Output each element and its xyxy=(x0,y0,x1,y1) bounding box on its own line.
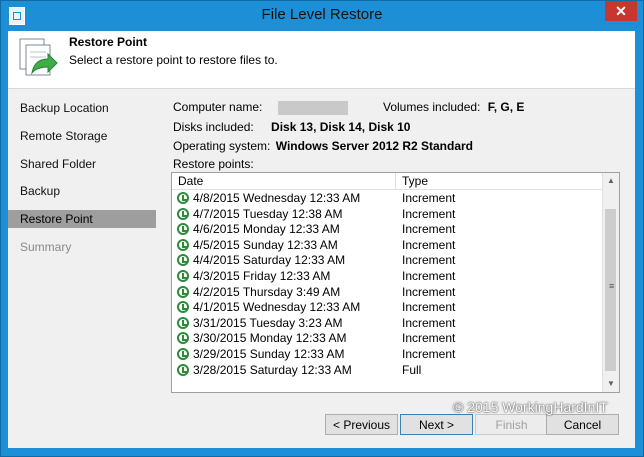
restore-point-type: Increment xyxy=(402,206,456,221)
restore-point-icon xyxy=(177,192,189,204)
restore-point-date: 4/7/2015 Tuesday 12:38 AM xyxy=(193,206,343,221)
list-item[interactable]: 4/4/2015 Saturday 12:33 AM Increment xyxy=(172,253,602,269)
sidebar-item-remote-storage[interactable]: Remote Storage xyxy=(8,127,156,145)
disks-value: Disk 13, Disk 14, Disk 10 xyxy=(271,120,411,134)
list-item[interactable]: 4/5/2015 Sunday 12:33 AM Increment xyxy=(172,238,602,254)
list-item[interactable]: 3/31/2015 Tuesday 3:23 AM Increment xyxy=(172,316,602,332)
column-header-type[interactable]: Type xyxy=(396,173,603,190)
restore-point-date: 4/2/2015 Thursday 3:49 AM xyxy=(193,284,341,299)
restore-point-icon xyxy=(177,238,189,251)
next-button[interactable]: Next > xyxy=(400,414,473,435)
scrollbar-thumb[interactable]: ≡ xyxy=(605,209,616,371)
restore-point-icon xyxy=(177,301,189,314)
restore-point-type: Increment xyxy=(402,284,456,299)
os-label: Operating system: xyxy=(173,139,271,153)
os-value: Windows Server 2012 R2 Standard xyxy=(275,139,474,153)
computer-name-row: Computer name: xyxy=(173,100,348,115)
sidebar-item-backup[interactable]: Backup xyxy=(8,182,156,200)
restore-points-label: Restore points: xyxy=(173,157,254,171)
restore-point-type: Increment xyxy=(402,191,456,205)
computer-name-label: Computer name: xyxy=(173,100,263,114)
volumes-row: Volumes included: F, G, E xyxy=(383,100,524,114)
restore-point-type: Increment xyxy=(402,300,456,315)
disks-row: Disks included: Disk 13, Disk 14, Disk 1… xyxy=(173,120,410,134)
wizard-client-area: Restore Point Select a restore point to … xyxy=(8,31,635,448)
restore-document-icon xyxy=(19,38,58,76)
restore-point-date: 3/30/2015 Monday 12:33 AM xyxy=(193,331,347,346)
sidebar-item-shared-folder[interactable]: Shared Folder xyxy=(8,155,156,173)
copyright-watermark: © 2015 WorkingHardInIT xyxy=(453,399,608,415)
restore-point-date: 4/3/2015 Friday 12:33 AM xyxy=(193,269,331,283)
list-item[interactable]: 3/28/2015 Saturday 12:33 AM Full xyxy=(172,363,602,379)
wizard-steps-sidebar: Backup Location Remote Storage Shared Fo… xyxy=(8,89,156,399)
restore-point-date: 4/5/2015 Sunday 12:33 AM xyxy=(193,237,338,252)
scroll-down-arrow-icon[interactable]: ▼ xyxy=(603,376,619,392)
restore-point-type: Increment xyxy=(402,237,456,252)
restore-point-icon xyxy=(177,316,189,329)
page-subtitle: Select a restore point to restore files … xyxy=(69,53,278,67)
list-item[interactable]: 3/29/2015 Sunday 12:33 AM Increment xyxy=(172,347,602,363)
wizard-header: Restore Point Select a restore point to … xyxy=(8,31,635,89)
restore-point-date: 3/31/2015 Tuesday 3:23 AM xyxy=(193,315,343,330)
restore-point-type: Increment xyxy=(402,269,456,283)
scroll-up-arrow-icon[interactable]: ▲ xyxy=(603,173,619,189)
volumes-label: Volumes included: xyxy=(383,100,481,114)
os-row: Operating system: Windows Server 2012 R2… xyxy=(173,139,473,153)
restore-point-date: 4/8/2015 Wednesday 12:33 AM xyxy=(193,191,361,205)
list-item[interactable]: 3/30/2015 Monday 12:33 AM Increment xyxy=(172,331,602,347)
grip-icon: ≡ xyxy=(609,281,615,291)
list-item[interactable]: 4/8/2015 Wednesday 12:33 AM Increment xyxy=(172,191,602,207)
restore-points-list[interactable]: Date Type 4/8/2015 Wednesday 12:33 AM Inc… xyxy=(171,172,620,393)
finish-button: Finish xyxy=(475,414,548,435)
list-item[interactable]: 4/7/2015 Tuesday 12:38 AM Increment xyxy=(172,207,602,223)
restore-point-type: Increment xyxy=(402,347,456,361)
restore-point-icon xyxy=(177,270,189,282)
computer-name-redacted xyxy=(277,100,348,115)
restore-point-date: 4/6/2015 Monday 12:33 AM xyxy=(193,222,340,237)
file-level-restore-window: File Level Restore ✕ Restore Point Selec… xyxy=(0,0,644,457)
cancel-button[interactable]: Cancel xyxy=(546,414,619,435)
close-button[interactable]: ✕ xyxy=(605,1,637,21)
sidebar-item-summary: Summary xyxy=(20,240,72,254)
column-header-date[interactable]: Date xyxy=(172,173,396,190)
restore-point-date: 4/1/2015 Wednesday 12:33 AM xyxy=(193,300,361,315)
volumes-value: F, G, E xyxy=(487,100,525,114)
sidebar-item-backup-location[interactable]: Backup Location xyxy=(8,99,156,117)
page-title: Restore Point xyxy=(69,35,148,49)
list-item[interactable]: 4/1/2015 Wednesday 12:33 AM Increment xyxy=(172,300,602,316)
restore-point-type: Full xyxy=(402,362,422,377)
restore-point-icon xyxy=(177,254,189,267)
list-item[interactable]: 4/6/2015 Monday 12:33 AM Increment xyxy=(172,222,602,238)
restore-point-type: Increment xyxy=(402,331,456,346)
vertical-scrollbar[interactable]: ▲ ≡ ▼ xyxy=(602,173,619,392)
restore-point-icon xyxy=(177,348,189,360)
restore-point-type: Increment xyxy=(402,315,456,330)
previous-button[interactable]: < Previous xyxy=(325,414,398,435)
disks-label: Disks included: xyxy=(173,120,254,134)
sidebar-item-restore-point[interactable]: Restore Point xyxy=(8,210,156,228)
list-item[interactable]: 4/3/2015 Friday 12:33 AM Increment xyxy=(172,269,602,285)
restore-point-icon xyxy=(177,223,189,236)
restore-point-date: 3/28/2015 Saturday 12:33 AM xyxy=(193,362,352,377)
restore-point-icon xyxy=(177,332,189,345)
title-bar[interactable]: File Level Restore ✕ xyxy=(1,1,643,31)
restore-point-type: Increment xyxy=(402,253,456,268)
restore-point-type: Increment xyxy=(402,222,456,237)
restore-point-icon xyxy=(177,285,189,298)
restore-point-date: 4/4/2015 Saturday 12:33 AM xyxy=(193,253,346,268)
window-title: File Level Restore xyxy=(261,6,383,23)
restore-point-date: 3/29/2015 Sunday 12:33 AM xyxy=(193,347,345,361)
restore-point-icon xyxy=(177,207,189,220)
restore-point-icon xyxy=(177,363,189,376)
list-item[interactable]: 4/2/2015 Thursday 3:49 AM Increment xyxy=(172,285,602,301)
